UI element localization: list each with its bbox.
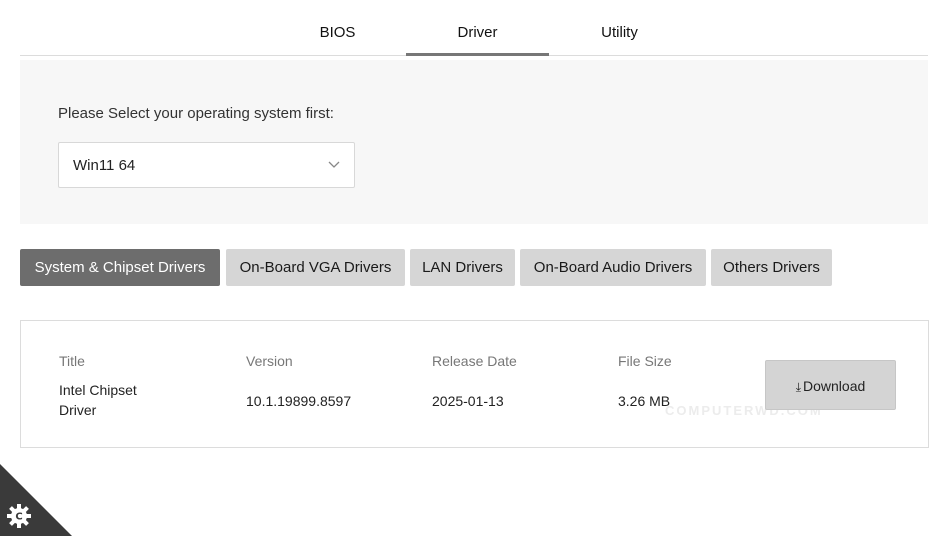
chevron-down-icon: [328, 161, 340, 168]
category-lan[interactable]: LAN Drivers: [410, 249, 515, 286]
header-version: Version: [246, 353, 293, 369]
category-system-chipset[interactable]: System & Chipset Drivers: [20, 249, 220, 286]
top-tab-bar: BIOS Driver Utility: [20, 0, 928, 56]
tab-bios[interactable]: BIOS: [266, 0, 409, 56]
category-others[interactable]: Others Drivers: [711, 249, 832, 286]
tab-driver[interactable]: Driver: [406, 0, 549, 56]
download-arrow-icon: ⤓: [795, 380, 802, 394]
driver-file-size: 3.26 MB: [618, 393, 671, 409]
os-select-value: Win11 64: [73, 157, 136, 174]
driver-row-card: Title Version Release Date File Size Int…: [20, 320, 929, 448]
category-onboard-audio[interactable]: On-Board Audio Drivers: [520, 249, 706, 286]
gear-icon: C: [7, 504, 31, 528]
header-release-date: Release Date: [432, 353, 517, 369]
driver-release-date: 2025-01-13: [432, 393, 504, 409]
download-label: Download: [803, 378, 866, 394]
download-button[interactable]: ⤓ Download: [765, 360, 896, 410]
header-file-size: File Size: [618, 353, 672, 369]
header-title: Title: [59, 353, 85, 369]
category-onboard-vga[interactable]: On-Board VGA Drivers: [226, 249, 405, 286]
driver-title: Intel Chipset Driver: [59, 382, 137, 418]
tab-utility[interactable]: Utility: [548, 0, 691, 56]
os-selection-panel: Please Select your operating system firs…: [20, 60, 928, 224]
svg-text:C: C: [15, 512, 22, 523]
driver-version: 10.1.19899.8597: [246, 393, 352, 409]
os-select-label: Please Select your operating system firs…: [58, 105, 334, 122]
corner-badge[interactable]: C: [0, 464, 72, 536]
os-select-dropdown[interactable]: Win11 64: [58, 142, 355, 188]
